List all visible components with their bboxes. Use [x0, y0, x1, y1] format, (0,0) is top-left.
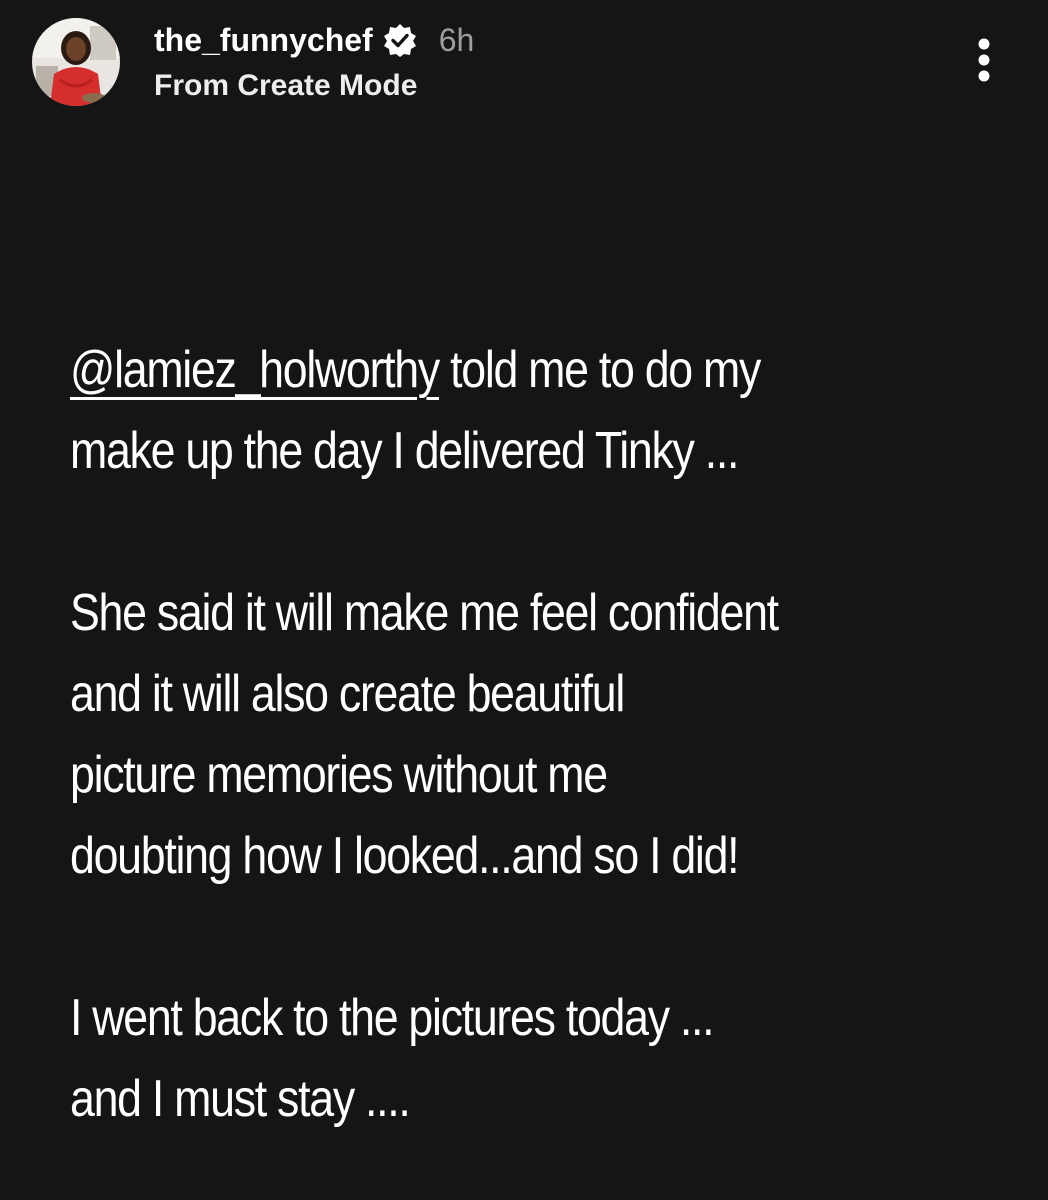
- story-view: the_funnychef 6h From Create Mode @lamie…: [0, 0, 1048, 1200]
- story-line: @lamiez_holworthy told me to do my: [70, 330, 1007, 411]
- verified-badge-icon: [383, 23, 417, 57]
- story-line-text: told me to do my: [438, 341, 761, 399]
- story-paragraph-1: @lamiez_holworthy told me to do my make …: [70, 330, 1007, 492]
- more-options-button[interactable]: [962, 34, 1006, 90]
- username[interactable]: the_funnychef: [154, 22, 373, 59]
- story-line: She said it will make me feel confident: [70, 584, 779, 642]
- avatar[interactable]: [32, 18, 120, 106]
- story-line: I went back to the pictures today ...: [70, 989, 715, 1047]
- story-paragraph-3: I went back to the pictures today ... an…: [70, 978, 1007, 1140]
- story-text: @lamiez_holworthy told me to do my make …: [70, 330, 1007, 1140]
- story-line: doubting how I looked...and so I did!: [70, 827, 740, 885]
- timestamp: 6h: [438, 21, 475, 58]
- user-line: the_funnychef 6h: [154, 17, 474, 63]
- story-line: make up the day I delivered Tinky ...: [70, 422, 739, 480]
- story-header: the_funnychef 6h From Create Mode: [0, 0, 1048, 125]
- story-line: picture memories without me: [70, 746, 608, 804]
- story-line: and I must stay ....: [70, 1070, 411, 1128]
- story-paragraph-2: She said it will make me feel confident …: [70, 573, 1007, 897]
- more-vertical-icon: [978, 38, 990, 82]
- mention-link[interactable]: @lamiez_holworthy: [70, 341, 440, 399]
- create-mode-label[interactable]: From Create Mode: [154, 69, 417, 103]
- story-line: and it will also create beautiful: [70, 665, 625, 723]
